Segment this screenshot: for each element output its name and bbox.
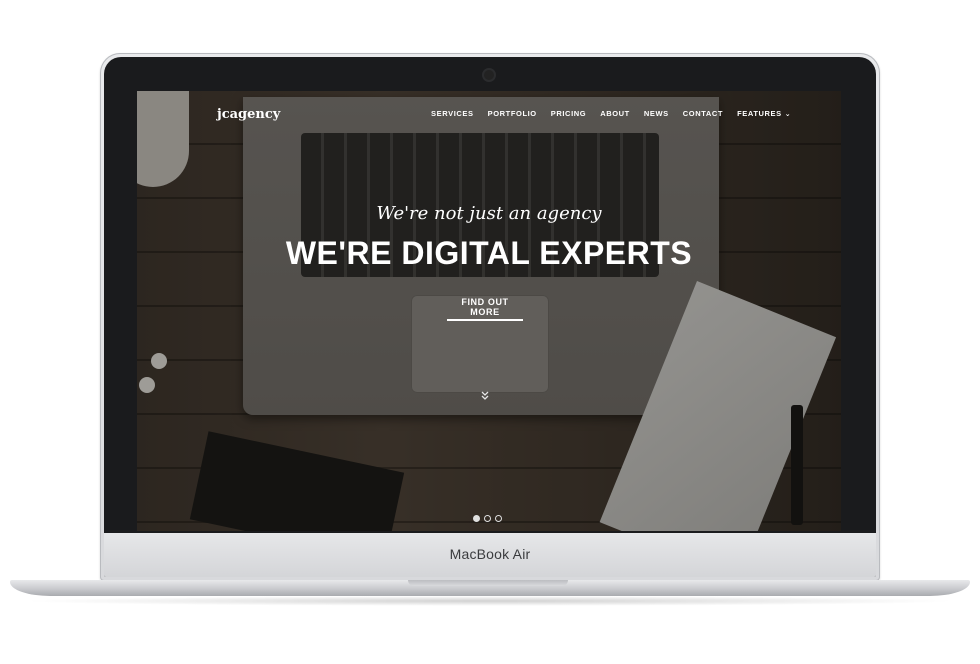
- nav-news[interactable]: NEWS: [644, 109, 669, 118]
- hero-headline: WE'RE DIGITAL EXPERTS: [285, 235, 693, 271]
- website-screen: jcagency SERVICES PORTFOLIO PRICING ABOU…: [137, 91, 841, 531]
- site-logo[interactable]: jcagency: [217, 107, 280, 122]
- nav-about[interactable]: ABOUT: [600, 109, 630, 118]
- slide-dot-1[interactable]: [473, 515, 480, 522]
- macbook-mockup: jcagency SERVICES PORTFOLIO PRICING ABOU…: [0, 0, 980, 664]
- hero-tagline: We're not just an agency: [376, 203, 602, 224]
- slider-dots: [473, 515, 502, 522]
- nav-portfolio[interactable]: PORTFOLIO: [488, 109, 537, 118]
- camera-icon: [484, 70, 494, 80]
- nav-features[interactable]: FEATURES ⌄: [737, 109, 791, 118]
- nav-pricing[interactable]: PRICING: [551, 109, 586, 118]
- double-chevron-down-icon[interactable]: [479, 391, 491, 402]
- chevron-down-icon: ⌄: [784, 111, 792, 118]
- slide-dot-3[interactable]: [495, 515, 502, 522]
- lid-notch: [408, 580, 568, 586]
- nav-features-label: FEATURES: [737, 109, 782, 118]
- find-out-more-button[interactable]: FIND OUT MORE: [447, 297, 523, 321]
- nav-services[interactable]: SERVICES: [431, 109, 474, 118]
- main-nav: SERVICES PORTFOLIO PRICING ABOUT NEWS CO…: [431, 109, 791, 118]
- device-brand-label: MacBook Air: [449, 546, 531, 562]
- slide-dot-2[interactable]: [484, 515, 491, 522]
- device-shadow: [20, 596, 960, 606]
- nav-contact[interactable]: CONTACT: [683, 109, 723, 118]
